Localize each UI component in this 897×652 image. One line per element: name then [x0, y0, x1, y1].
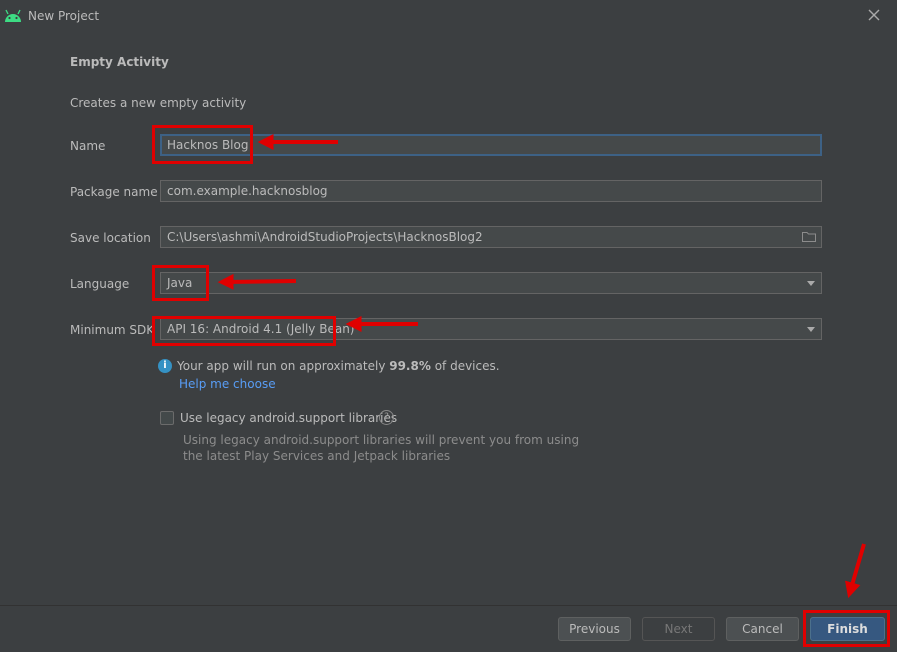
legacy-libraries-label[interactable]: Use legacy android.support libraries — [180, 411, 397, 425]
window-title: New Project — [28, 9, 100, 23]
save-location-value: C:\Users\ashmi\AndroidStudioProjects\Hac… — [167, 230, 483, 244]
help-me-choose-link[interactable]: Help me choose — [179, 377, 276, 391]
chevron-down-icon — [807, 281, 815, 286]
info-icon: i — [158, 359, 172, 373]
legacy-note-line1: Using legacy android.support libraries w… — [183, 433, 580, 447]
template-description: Creates a new empty activity — [70, 96, 247, 110]
minimum-sdk-select[interactable]: API 16: Android 4.1 (Jelly Bean) — [160, 318, 822, 340]
language-value: Java — [167, 276, 193, 290]
minimum-sdk-label: Minimum SDK — [70, 323, 155, 337]
name-value: Hacknos Blog — [167, 138, 249, 152]
device-coverage-text: Your app will run on approximately 99.8%… — [177, 359, 500, 373]
chevron-down-icon — [807, 327, 815, 332]
package-name-field[interactable]: com.example.hacknosblog — [160, 180, 822, 202]
name-field[interactable]: Hacknos Blog — [160, 134, 822, 156]
folder-icon[interactable] — [802, 231, 816, 242]
language-select[interactable]: Java — [160, 272, 822, 294]
minimum-sdk-value: API 16: Android 4.1 (Jelly Bean) — [167, 322, 355, 336]
finish-button[interactable]: Finish — [810, 617, 885, 641]
android-icon — [5, 9, 21, 22]
close-icon[interactable] — [867, 8, 881, 22]
finish-arrow — [845, 543, 866, 599]
previous-button[interactable]: Previous — [558, 617, 631, 641]
legacy-note-line2: the latest Play Services and Jetpack lib… — [183, 449, 451, 463]
package-name-value: com.example.hacknosblog — [167, 184, 328, 198]
template-heading: Empty Activity — [70, 55, 169, 69]
legacy-libraries-checkbox[interactable] — [160, 411, 174, 425]
title-bar: New Project — [0, 0, 897, 32]
coverage-percent: 99.8% — [389, 359, 431, 373]
package-name-label: Package name — [70, 185, 158, 199]
language-label: Language — [70, 277, 130, 291]
name-label: Name — [70, 139, 106, 153]
cancel-button[interactable]: Cancel — [726, 617, 799, 641]
save-location-field[interactable]: C:\Users\ashmi\AndroidStudioProjects\Hac… — [160, 226, 822, 248]
save-location-label: Save location — [70, 231, 151, 245]
coverage-suffix: of devices. — [430, 359, 500, 373]
question-icon[interactable]: ? — [379, 410, 394, 425]
next-button[interactable]: Next — [642, 617, 715, 641]
coverage-prefix: Your app will run on approximately — [177, 359, 390, 373]
